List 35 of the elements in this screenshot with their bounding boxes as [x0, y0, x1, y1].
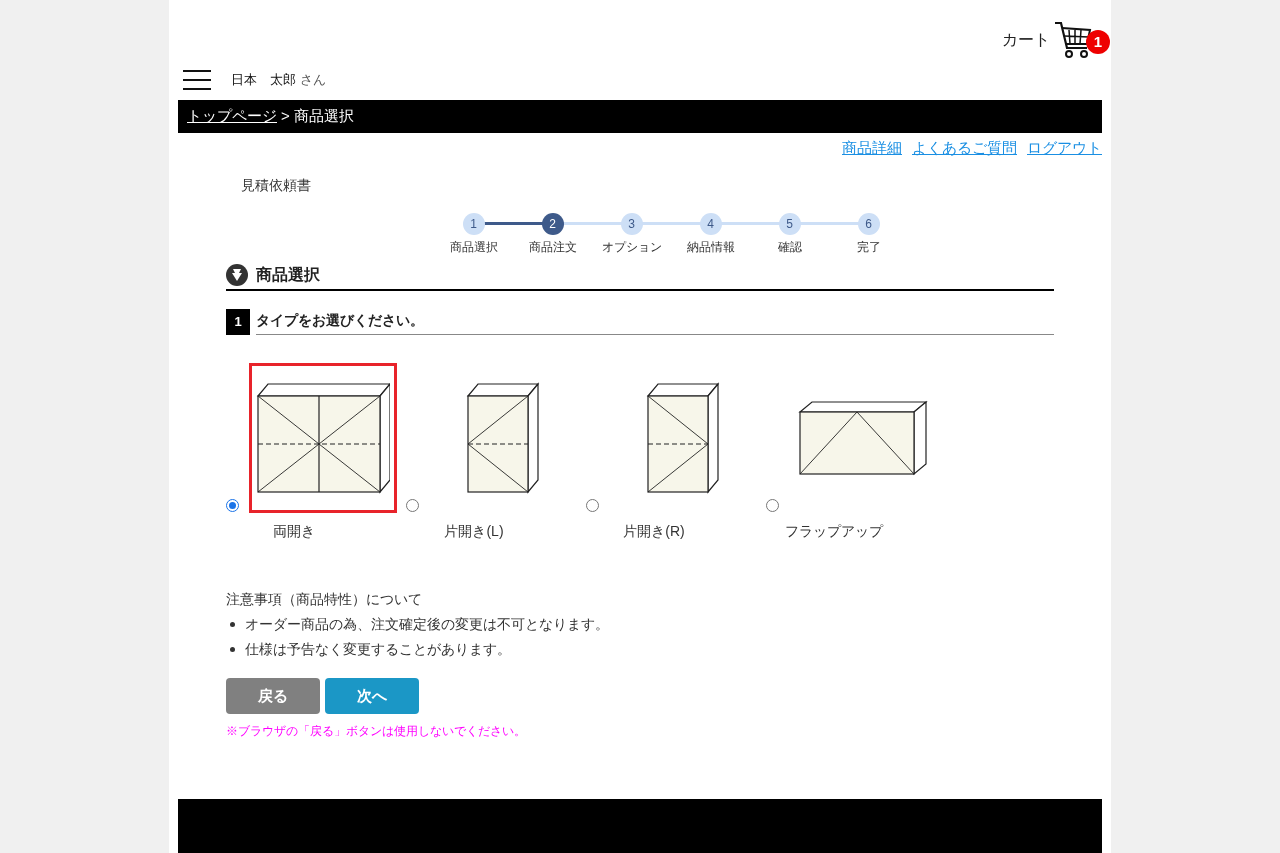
note-item: オーダー商品の為、注文確定後の変更は不可となります。: [245, 615, 609, 634]
cart-label[interactable]: カート: [1002, 28, 1050, 52]
option-label: 両開き: [273, 522, 315, 541]
option-label: フラップアップ: [785, 522, 883, 541]
question-text: タイプをお選びください。: [256, 309, 1054, 335]
bullet-icon: [230, 647, 235, 652]
step-label: 商品選択: [449, 239, 498, 256]
cart-count-badge: 1: [1086, 30, 1110, 54]
warning-text: ※ブラウザの「戻る」ボタンは使用しないでください。: [226, 723, 527, 740]
header-link[interactable]: ログアウト: [1027, 140, 1102, 155]
breadcrumb-link[interactable]: トップページ: [187, 105, 277, 128]
section-title: 商品選択: [256, 265, 320, 285]
option-label: 片開き(L): [444, 522, 504, 541]
step-label: 納品情報: [686, 239, 735, 256]
step-label: 完了: [856, 239, 881, 256]
bullet-icon: [230, 622, 235, 627]
user-suffix: さん: [300, 71, 326, 90]
next-button[interactable]: 次へ: [325, 678, 419, 714]
note-item: 仕様は予告なく変更することがあります。: [245, 640, 511, 659]
cart-icon[interactable]: [1054, 20, 1092, 60]
menu-icon[interactable]: [183, 70, 211, 90]
step-label: 確認: [777, 239, 802, 256]
page-title: 見積依頼書: [241, 177, 311, 193]
breadcrumb-text: 商品選択: [293, 106, 354, 127]
back-button[interactable]: 戻る: [226, 678, 320, 714]
notes-title: 注意事項（商品特性）について: [226, 590, 423, 609]
header-link[interactable]: 商品詳細: [842, 140, 902, 155]
step-label: 商品注文: [528, 239, 577, 256]
question-number: 1: [226, 309, 250, 335]
breadcrumb-text: >: [281, 106, 290, 127]
option-label: 片開き(R): [623, 522, 685, 541]
user-name: 日本 太郎: [231, 71, 296, 90]
header-link[interactable]: よくあるご質問: [912, 140, 1017, 155]
arrow-down-circle-icon: [226, 264, 248, 286]
step-label: オプション: [601, 239, 662, 256]
